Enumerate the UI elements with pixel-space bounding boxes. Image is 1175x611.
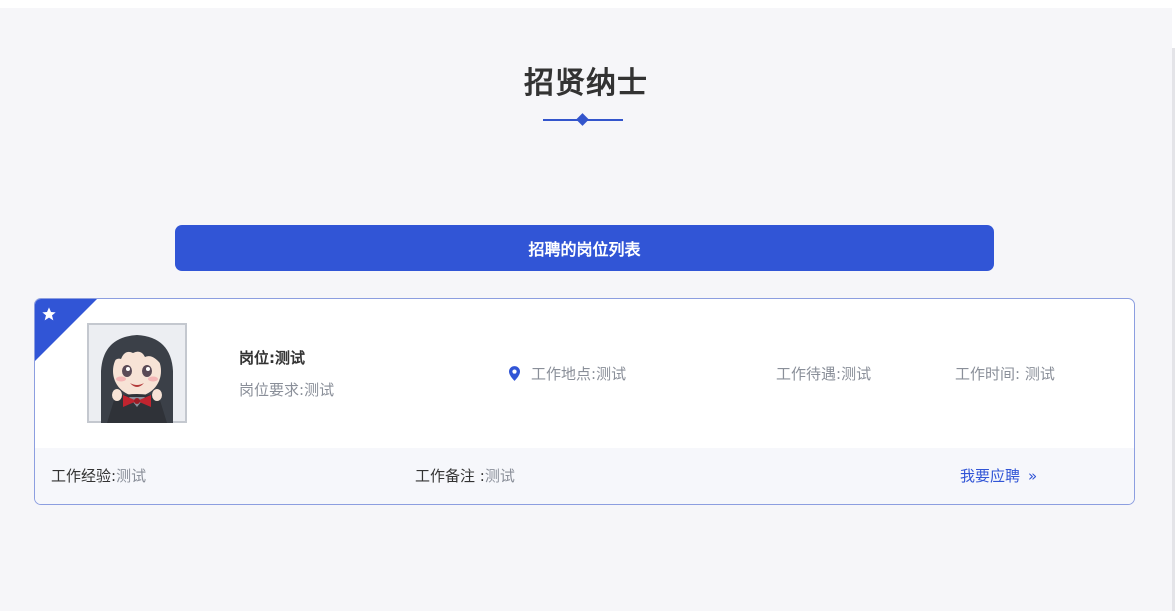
job-requirement-value: 测试 bbox=[304, 381, 335, 399]
job-work-time-label: 工作时间: bbox=[955, 365, 1025, 383]
map-pin-icon bbox=[509, 366, 520, 381]
avatar-illustration bbox=[87, 323, 187, 423]
job-location: 工作地点: 测试 bbox=[509, 363, 626, 384]
job-list-header-label: 招聘的岗位列表 bbox=[528, 240, 641, 259]
job-experience: 工作经验:测试 bbox=[51, 465, 146, 486]
diamond-icon bbox=[576, 113, 589, 126]
job-remark: 工作备注 :测试 bbox=[415, 465, 515, 486]
job-work-time-value: 测试 bbox=[1024, 365, 1055, 383]
job-remark-label: 工作备注 : bbox=[415, 467, 485, 485]
job-work-time: 工作时间: 测试 bbox=[955, 363, 1055, 384]
top-bar bbox=[0, 0, 1175, 8]
double-chevron-right-icon: » bbox=[1028, 466, 1038, 485]
job-card-footer: 工作经验:测试 工作备注 :测试 我要应聘 » bbox=[35, 448, 1134, 504]
job-location-value: 测试 bbox=[596, 365, 627, 383]
apply-button[interactable]: 我要应聘 » bbox=[960, 465, 1037, 486]
job-experience-label: 工作经验: bbox=[51, 467, 117, 485]
page-title: 招贤纳士 bbox=[524, 66, 648, 101]
job-title: 岗位:测试 bbox=[239, 347, 305, 368]
job-location-label: 工作地点: bbox=[531, 365, 597, 383]
star-icon bbox=[42, 307, 56, 321]
job-requirement: 岗位要求:测试 bbox=[239, 379, 334, 400]
title-divider bbox=[543, 113, 623, 127]
job-list-header: 招聘的岗位列表 bbox=[175, 225, 994, 271]
job-title-label: 岗位: bbox=[239, 349, 275, 367]
job-remark-value: 测试 bbox=[484, 467, 515, 485]
job-benefits-value: 测试 bbox=[841, 365, 872, 383]
apply-button-label: 我要应聘 bbox=[960, 467, 1021, 485]
avatar bbox=[87, 323, 187, 423]
job-benefits: 工作待遇:测试 bbox=[776, 363, 871, 384]
job-requirement-label: 岗位要求: bbox=[239, 381, 305, 399]
job-card[interactable]: 岗位:测试 岗位要求:测试 工作地点: 测试 工作待遇:测试 工作时间: 测试 工… bbox=[34, 298, 1135, 505]
job-experience-value: 测试 bbox=[116, 467, 147, 485]
job-benefits-label: 工作待遇: bbox=[776, 365, 842, 383]
job-title-value: 测试 bbox=[275, 349, 306, 367]
